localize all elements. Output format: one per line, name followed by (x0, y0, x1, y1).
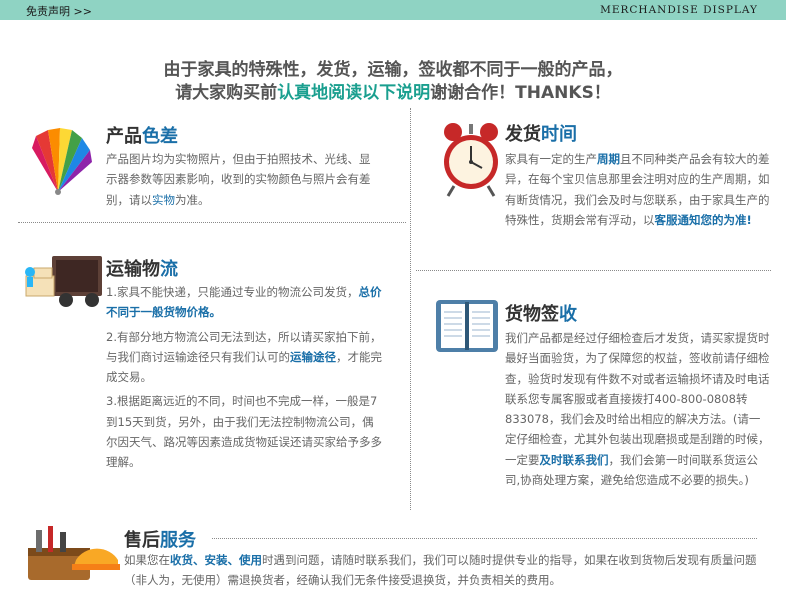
after-sale-title-accent: 服务 (160, 530, 196, 551)
after-sale-title: 售后服务 (124, 526, 196, 552)
logistics-point-1: 1.家具不能快递，只能通过专业的物流公司发货，总价不同于一般货物价格。 (106, 282, 382, 323)
logistics-title: 运输物流 (106, 255, 178, 281)
top-bar: 免责声明 >> MERCHANDISE DISPLAY (0, 0, 786, 20)
disclaimer-link[interactable]: 免责声明 >> (26, 3, 92, 19)
receipt-title: 货物签收 (505, 300, 577, 326)
logistics-title-text: 运输物 (106, 259, 160, 280)
receipt-text-a: 我们产品都是经过仔细检查后才发货，请买家提货时最好当面验货，为了保障您的权益，签… (505, 331, 770, 467)
intro-line-1: 由于家具的特殊性，发货，运输，签收都不同于一般的产品， (163, 60, 623, 80)
color-fan-icon (32, 128, 92, 195)
color-diff-title: 产品色差 (106, 122, 178, 148)
shipping-title: 发货时间 (505, 120, 577, 146)
after-sale-text: 如果您在收货、安装、使用时遇到问题，请随时联系我们，我们可以随时提供专业的指导，… (124, 550, 774, 591)
receipt-text: 我们产品都是经过仔细检查后才发货，请买家提货时最好当面验货，为了保障您的权益，签… (505, 328, 771, 490)
tools-helmet-icon (28, 526, 120, 580)
color-diff-title-accent: 色差 (142, 126, 178, 147)
receipt-title-accent: 收 (559, 304, 577, 325)
divider-right-1 (416, 270, 771, 271)
shipping-title-text: 发货 (505, 124, 541, 145)
logistics-text: 1.家具不能快递，只能通过专业的物流公司发货，总价不同于一般货物价格。 2.有部… (106, 282, 382, 477)
receipt-title-text: 货物签 (505, 304, 559, 325)
center-divider (410, 108, 411, 510)
divider-left-1 (18, 222, 406, 223)
logistics-title-accent: 流 (160, 259, 178, 280)
shipping-highlight-notice: 客服通知您的为准! (654, 212, 752, 227)
intro-text: 请大家购买前 (175, 83, 278, 103)
shipping-title-accent: 时间 (541, 124, 577, 145)
color-diff-text: 产品图片均为实物照片，但由于拍照技术、光线、显示器参数等因素影响，收到的实物颜色… (106, 149, 376, 210)
color-diff-text-end: 为准。 (175, 192, 210, 207)
logistics-point-2: 2.有部分地方物流公司无法到达，所以请买家拍下前，与我们商讨运输途径只有我们认可… (106, 327, 382, 388)
shipping-highlight-cycle: 周期 (597, 152, 620, 166)
shipping-text-a: 家具有一定的生产 (505, 152, 597, 166)
logistics-point-3: 3.根据距离远近的不同，时间也不完成一样，一般是7到15天到货，另外，由于我们无… (106, 394, 382, 470)
color-diff-text-main: 产品图片均为实物照片，但由于拍照技术、光线、显示器参数等因素影响，收到的实物颜色… (106, 152, 371, 207)
color-diff-title-text: 产品 (106, 126, 142, 147)
color-diff-highlight: 实物 (152, 192, 175, 207)
logistics-point-2-highlight: 运输途径 (290, 349, 336, 364)
section-title: MERCHANDISE DISPLAY (600, 4, 758, 16)
logistics-point-1-text: 1.家具不能快递，只能通过专业的物流公司发货， (106, 285, 359, 299)
shipping-text: 家具有一定的生产周期且不同种类产品会有较大的差异，在每个宝贝信息那里会注明对应的… (505, 149, 773, 230)
intro-thanks: 谢谢合作！THANKS！ (430, 83, 611, 103)
alarm-clock-icon (444, 123, 498, 197)
after-sale-highlight: 收货、安装、使用 (170, 553, 262, 567)
delivery-truck-icon (25, 256, 102, 307)
receipt-highlight-contact: 及时联系我们 (539, 452, 609, 467)
after-sale-title-text: 售后 (124, 530, 160, 551)
notebook-icon (436, 300, 498, 352)
intro-line-2: 请大家购买前认真地阅读以下说明谢谢合作！THANKS！ (0, 78, 786, 103)
after-sale-text-a: 如果您在 (124, 553, 170, 567)
intro-highlight: 认真地阅读以下说明 (277, 83, 431, 103)
divider-bottom (212, 538, 757, 539)
